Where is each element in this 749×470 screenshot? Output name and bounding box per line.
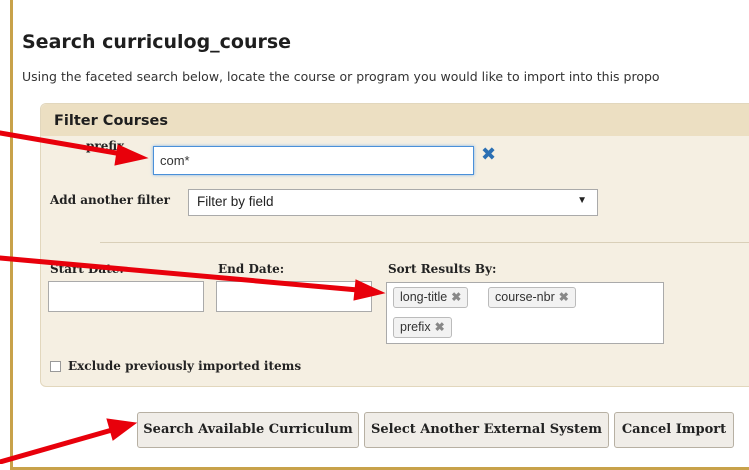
annotation-arrowhead-sort	[353, 279, 386, 301]
annotation-arrow-prefix	[0, 130, 125, 157]
annotation-arrows	[0, 130, 386, 464]
annotation-arrowhead-prefix	[114, 144, 149, 166]
annotation-arrowhead-search	[106, 418, 138, 441]
annotation-arrow-search	[0, 427, 115, 464]
annotation-arrow-sort	[0, 255, 361, 293]
